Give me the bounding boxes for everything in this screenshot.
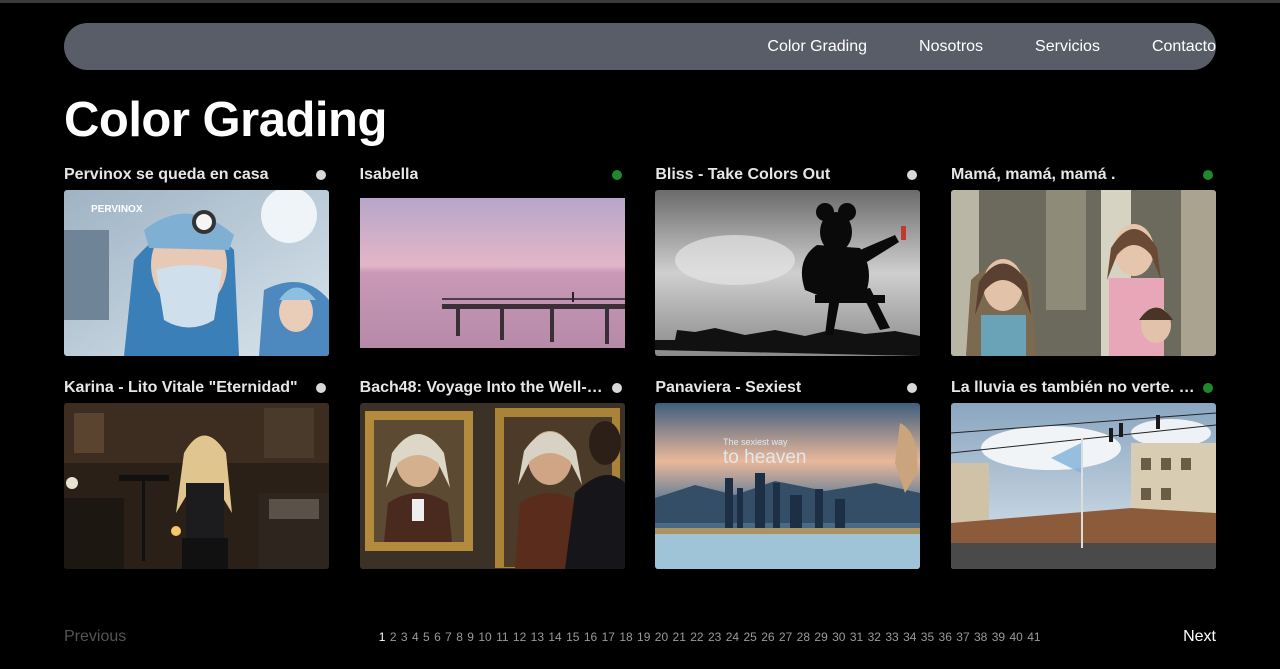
video-title[interactable]: Mamá, mamá, mamá . (951, 166, 1116, 184)
status-dot (316, 170, 326, 180)
video-thumbnail[interactable] (950, 403, 1216, 569)
page-number[interactable]: 17 (602, 630, 615, 644)
video-thumbnail[interactable]: PERVINOX (64, 190, 329, 356)
page-number[interactable]: 21 (673, 630, 686, 644)
page-number[interactable]: 4 (412, 630, 419, 644)
page-number[interactable]: 5 (423, 630, 430, 644)
page-number[interactable]: 24 (726, 630, 739, 644)
page-number[interactable]: 23 (708, 630, 721, 644)
video-card[interactable]: Panaviera - Sexiest The sexiest way to h… (655, 375, 921, 569)
page-number[interactable]: 28 (797, 630, 810, 644)
main-nav: Color Grading Nosotros Servicios Contact… (64, 23, 1216, 70)
nav-item-nosotros[interactable]: Nosotros (893, 38, 1009, 56)
page-number[interactable]: 37 (956, 630, 969, 644)
status-dot (611, 383, 622, 393)
status-dot (907, 383, 918, 393)
page-number[interactable]: 13 (531, 630, 544, 644)
page-number[interactable]: 9 (467, 630, 474, 644)
page-number[interactable]: 16 (584, 630, 597, 644)
page-number[interactable]: 15 (566, 630, 579, 644)
nav-item-color-grading[interactable]: Color Grading (741, 38, 893, 56)
video-thumbnail[interactable] (655, 190, 921, 356)
video-title[interactable]: Pervinox se queda en casa (64, 166, 269, 184)
page-number[interactable]: 32 (868, 630, 881, 644)
video-card[interactable]: Karina - Lito Vitale "Eternidad" (64, 375, 329, 569)
page-number[interactable]: 26 (761, 630, 774, 644)
page-number[interactable]: 2 (390, 630, 397, 644)
video-card[interactable]: Bach48: Voyage Into the Well-Tempered Cl… (359, 375, 625, 569)
page-number[interactable]: 25 (743, 630, 756, 644)
video-card[interactable]: Isabella (359, 162, 625, 356)
page-number[interactable]: 27 (779, 630, 792, 644)
page-number[interactable]: 38 (974, 630, 987, 644)
page-number[interactable]: 18 (619, 630, 632, 644)
video-grid: Pervinox se queda en casa PERVINOX Isabe… (64, 162, 1216, 569)
page-number[interactable]: 34 (903, 630, 916, 644)
video-title[interactable]: Bach48: Voyage Into the Well-Tempered Cl… (360, 379, 605, 397)
video-thumbnail[interactable] (64, 403, 329, 569)
page-number[interactable]: 7 (445, 630, 452, 644)
page-number[interactable]: 6 (434, 630, 441, 644)
pervinox-logo: PERVINOX (91, 204, 143, 215)
video-thumbnail[interactable]: The sexiest way to heaven (655, 403, 921, 569)
page-number[interactable]: 30 (832, 630, 845, 644)
page-number[interactable]: 33 (885, 630, 898, 644)
page-number[interactable]: 11 (496, 630, 508, 644)
status-dot (907, 170, 918, 180)
page-number[interactable]: 41 (1027, 630, 1040, 644)
video-title[interactable]: Isabella (360, 166, 419, 184)
previous-link: Previous (64, 628, 127, 645)
page-number[interactable]: 35 (921, 630, 934, 644)
page-number[interactable]: 10 (478, 630, 491, 644)
nav-item-contacto[interactable]: Contacto (1126, 38, 1216, 56)
page-number[interactable]: 36 (939, 630, 952, 644)
page-numbers: 1 2 3 4 5 6 7 8 9 10 11 12 13 14 15 16 17 18 19 20 21 22 23 24 2… (377, 630, 1043, 644)
video-title[interactable]: La lluvia es también no verte. Homenaje … (951, 379, 1196, 397)
page-number[interactable]: 8 (456, 630, 463, 644)
video-thumbnail[interactable] (359, 190, 625, 356)
video-card[interactable]: Bliss - Take Colors Out (655, 162, 921, 356)
video-card[interactable]: Pervinox se queda en casa PERVINOX (64, 162, 329, 356)
overlay-text-line1: The sexiest way (723, 437, 788, 447)
page-number[interactable]: 39 (992, 630, 1005, 644)
video-thumbnail[interactable] (359, 403, 625, 569)
nav-item-servicios[interactable]: Servicios (1009, 38, 1126, 56)
pagination: Previous 1 2 3 4 5 6 7 8 9 10 11 12 13 14 15 16 17 18 19 20… (64, 624, 1216, 650)
page-number[interactable]: 40 (1009, 630, 1022, 644)
video-card[interactable]: Mamá, mamá, mamá . (950, 162, 1216, 356)
page-number[interactable]: 12 (513, 630, 526, 644)
status-dot (611, 170, 622, 180)
status-dot (1202, 170, 1213, 180)
page-number[interactable]: 20 (655, 630, 668, 644)
video-title[interactable]: Karina - Lito Vitale "Eternidad" (64, 379, 298, 397)
page-number[interactable]: 19 (637, 630, 650, 644)
overlay-text-line2: to heaven (723, 447, 806, 468)
video-title[interactable]: Panaviera - Sexiest (655, 379, 801, 397)
page-number[interactable]: 29 (814, 630, 827, 644)
video-title[interactable]: Bliss - Take Colors Out (655, 166, 830, 184)
page-number[interactable]: 14 (548, 630, 561, 644)
page-number[interactable]: 1 (379, 630, 386, 644)
status-dot (1202, 383, 1213, 393)
status-dot (316, 383, 326, 393)
page-number[interactable]: 31 (850, 630, 863, 644)
page-title: Color Grading (64, 93, 387, 147)
next-link[interactable]: Next (1183, 628, 1216, 646)
page-number[interactable]: 22 (690, 630, 703, 644)
video-thumbnail[interactable] (950, 190, 1216, 356)
top-border (0, 0, 1280, 3)
video-card[interactable]: La lluvia es también no verte. Homenaje … (950, 375, 1216, 569)
page-number[interactable]: 3 (401, 630, 408, 644)
